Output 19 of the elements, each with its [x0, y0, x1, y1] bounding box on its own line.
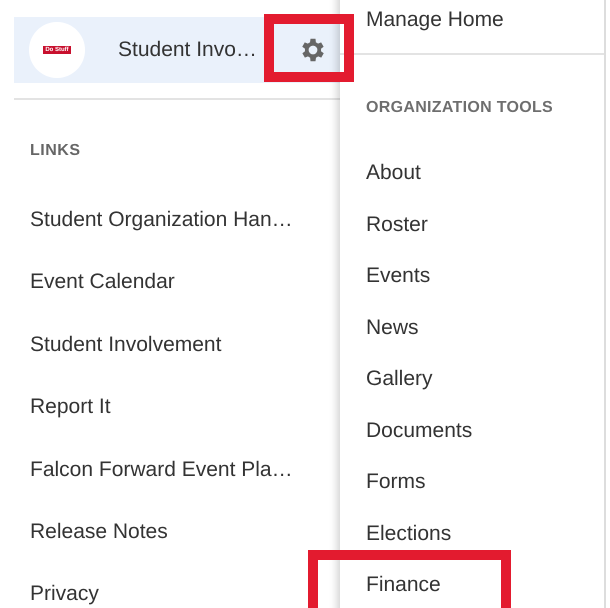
menu-heading: ORGANIZATION TOOLS	[366, 99, 554, 117]
menu-item[interactable]: Roster	[366, 210, 428, 238]
menu-item[interactable]: Events	[366, 262, 430, 290]
menu-item[interactable]: Gallery	[366, 365, 433, 393]
menu-item[interactable]: Forms	[366, 468, 426, 496]
sidebar-link[interactable]: Student Organization Han…	[30, 206, 340, 234]
menu-item[interactable]: About	[366, 159, 421, 187]
sidebar-link[interactable]: Release Notes	[30, 518, 340, 546]
sidebar-link[interactable]: Falcon Forward Event Pla…	[30, 456, 340, 484]
sidebar-link[interactable]: Student Involvement	[30, 330, 340, 359]
links-heading: LINKS	[30, 142, 82, 160]
menu-item[interactable]: News	[366, 314, 419, 342]
sidebar-link[interactable]: Report It	[30, 393, 340, 422]
org-title[interactable]: Student Invo…	[118, 38, 257, 62]
sidebar-link[interactable]: Event Calendar	[30, 268, 340, 296]
menu-item[interactable]: Manage Home	[366, 6, 604, 34]
menu-item[interactable]: Finance	[308, 550, 511, 608]
menu-item[interactable]: Documents	[366, 416, 472, 444]
menu-item[interactable]: Elections	[366, 520, 452, 548]
